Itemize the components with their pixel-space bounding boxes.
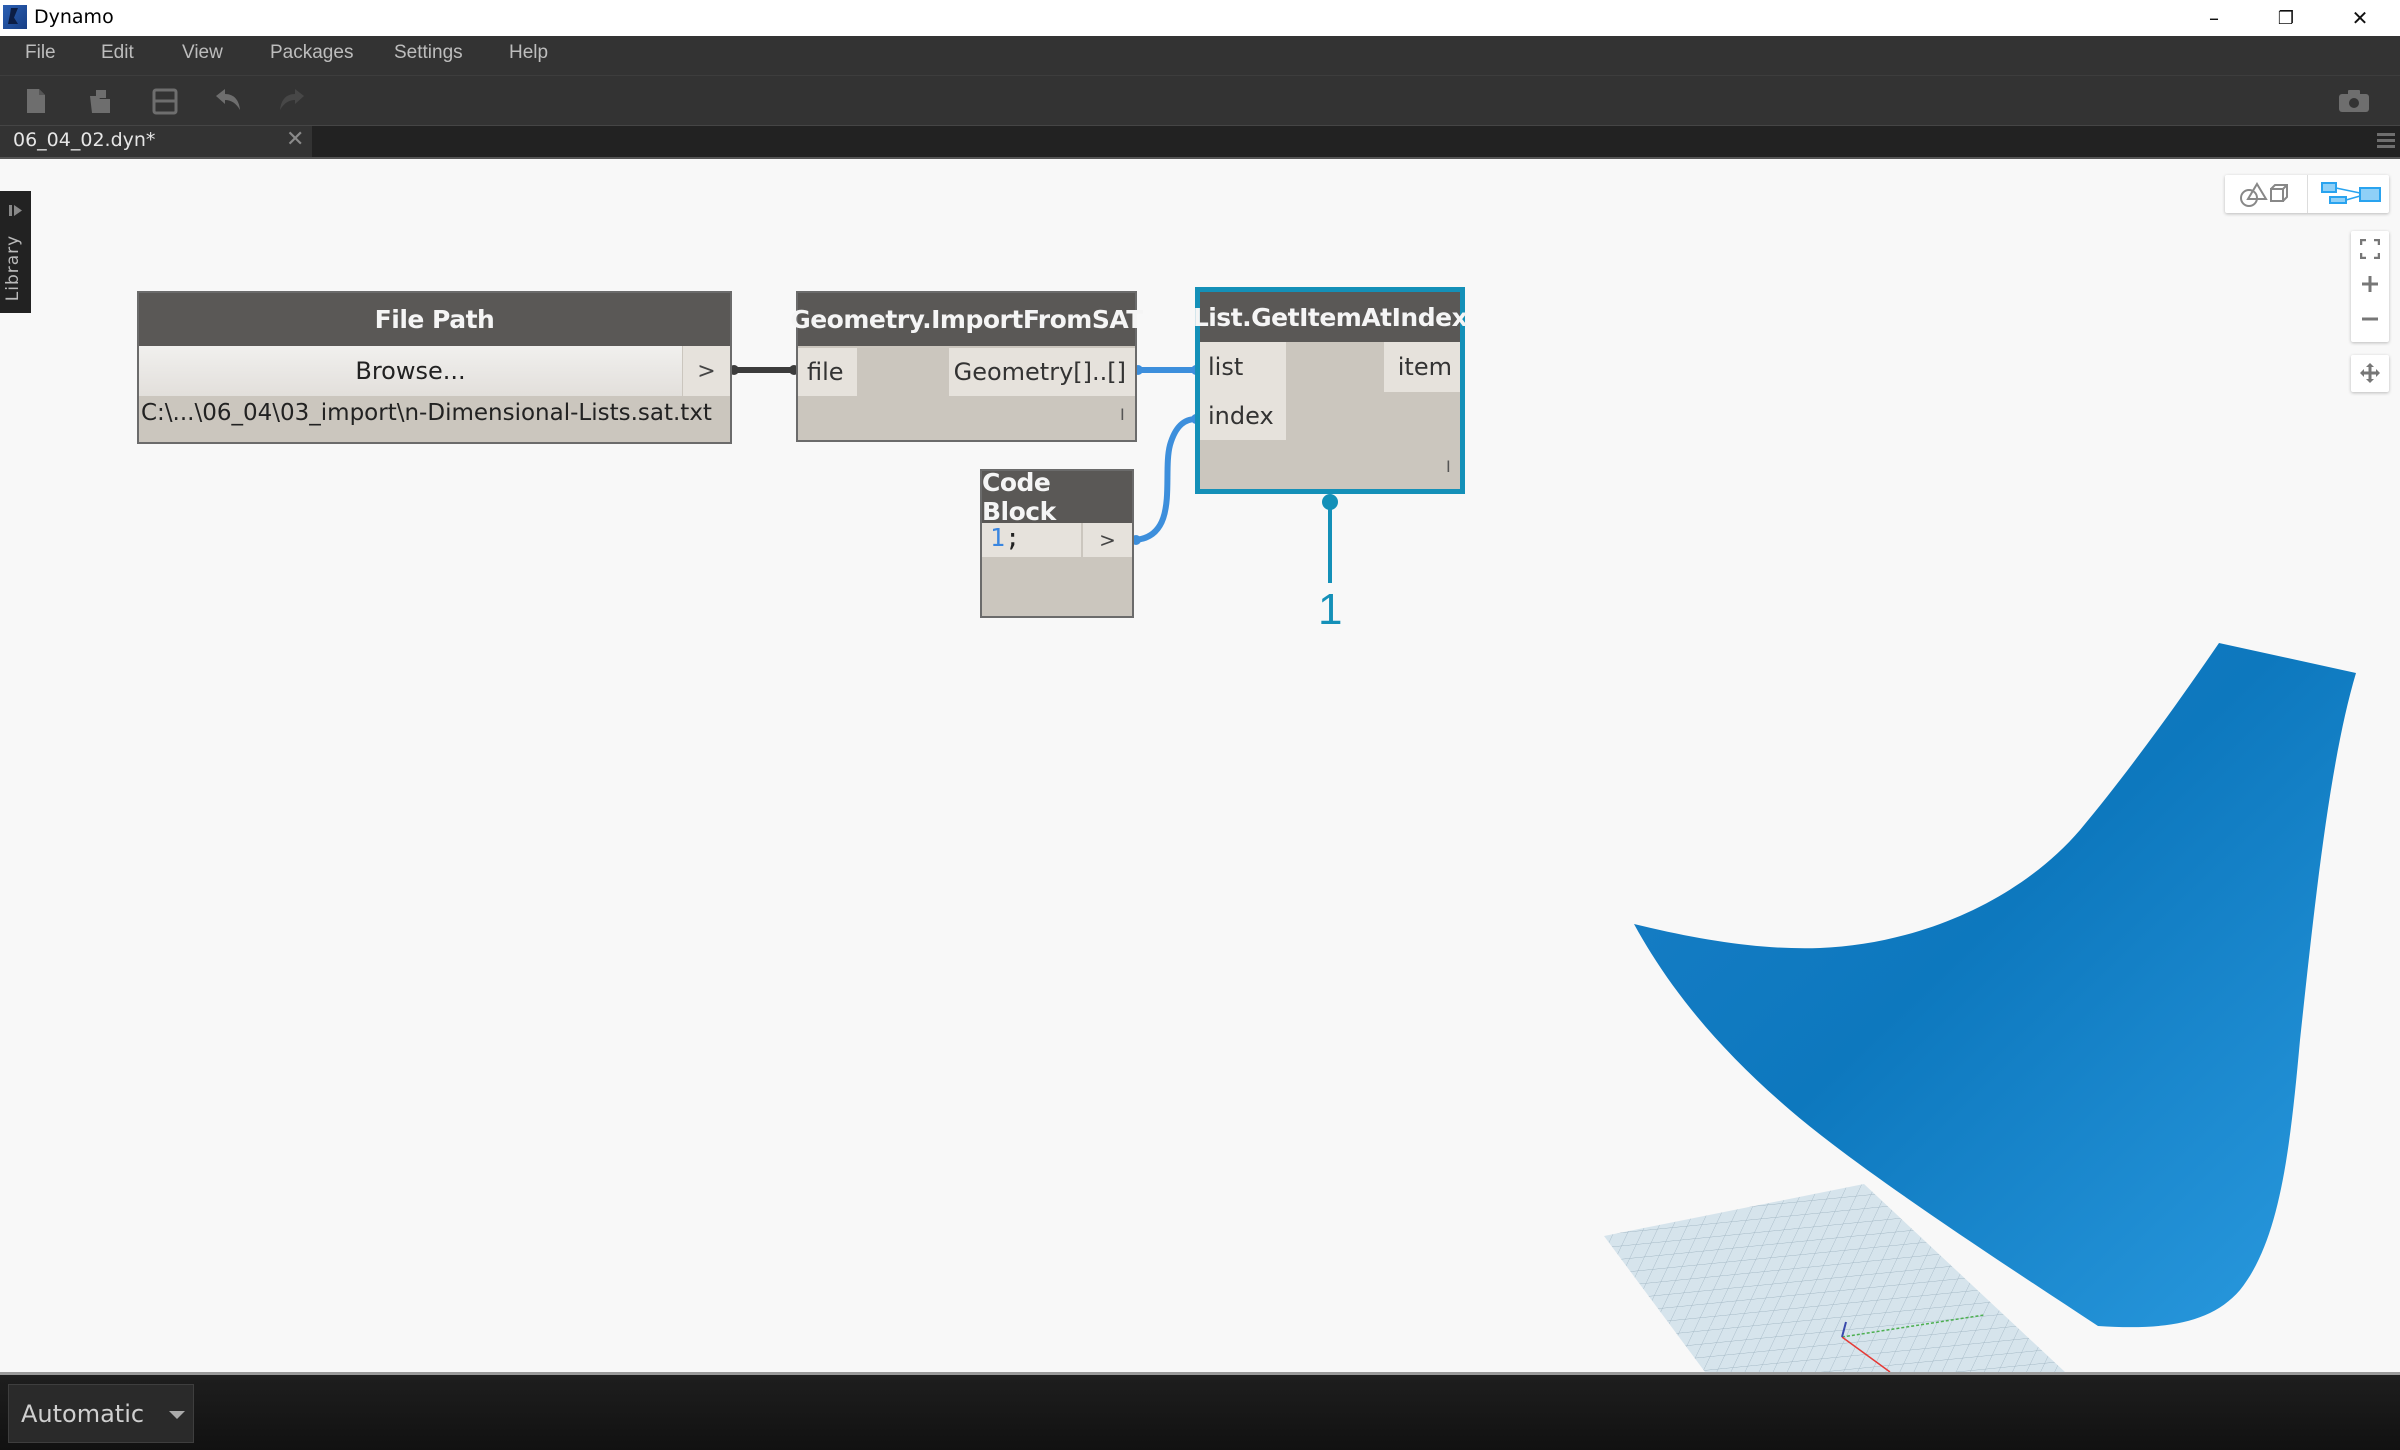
camera-icon[interactable] [2337,88,2371,114]
browse-button[interactable]: Browse... [139,346,682,396]
save-icon[interactable] [148,86,180,116]
output-port-geometry[interactable]: Geometry[]..[] [949,348,1135,396]
code-number: 1 [990,523,1006,552]
node-file-path[interactable]: File Path Browse... > C:\...\06_04\03_im… [137,291,732,444]
input-port-list[interactable]: list [1200,342,1286,392]
geometry-view-icon[interactable] [2233,179,2301,209]
node-list-get-item-at-index[interactable]: List.GetItemAtIndex list index item I [1193,287,1468,494]
node-import-from-sat[interactable]: Geometry.ImportFromSAT file Geometry[]..… [790,291,1143,442]
output-port-arrow[interactable]: > [683,346,730,396]
output-port-arrow[interactable]: > [1083,523,1132,557]
tab-document[interactable]: 06_04_02.dyn* ✕ [0,126,312,157]
file-path-value: C:\...\06_04\03_import\n-Dimensional-Lis… [141,400,712,426]
dynamo-logo-icon [3,5,27,29]
menu-file[interactable]: File [25,42,56,64]
menu-settings[interactable]: Settings [394,42,463,64]
graph-view-icon[interactable] [2320,180,2382,208]
minimize-button[interactable]: – [2178,0,2250,36]
pan-button[interactable] [2351,355,2389,392]
tab-bar: 06_04_02.dyn* ✕ [0,126,2400,159]
menu-bar: File Edit View Packages Settings Help [0,36,2400,76]
view-mode-toggle [2225,175,2389,213]
redo-icon[interactable] [276,86,308,116]
menu-help[interactable]: Help [509,42,548,64]
undo-icon[interactable] [212,86,244,116]
output-port-item[interactable]: item [1384,342,1460,392]
toolbar [0,76,2400,126]
menu-packages[interactable]: Packages [270,42,353,64]
open-file-icon[interactable] [84,86,116,116]
node-title: File Path [139,293,730,346]
node-title: List.GetItemAtIndex [1193,292,1468,342]
zoom-controls [2351,231,2389,342]
hamburger-menu-icon[interactable] [2376,130,2396,150]
tab-document-label: 06_04_02.dyn* [13,129,156,151]
lacing-indicator[interactable]: I [1120,405,1125,424]
zoom-to-fit-icon[interactable] [2360,239,2380,259]
node-preview-value: 1 [1318,585,1343,634]
restore-button[interactable]: ❐ [2250,0,2322,36]
tab-close-icon[interactable]: ✕ [286,127,304,152]
library-label: Library [3,234,23,302]
zoom-out-icon[interactable] [2360,309,2380,329]
toggle-divider [2307,175,2308,213]
title-bar: Dynamo – ❐ ✕ [0,0,2400,36]
library-tab[interactable]: Library [0,191,31,313]
pan-icon [2360,363,2380,383]
code-input[interactable]: 1; [982,523,1081,557]
lacing-indicator[interactable]: I [1446,457,1451,476]
run-mode-label: Automatic [21,1400,145,1428]
run-mode-dropdown[interactable]: Automatic [8,1384,194,1443]
node-title: Geometry.ImportFromSAT [790,293,1143,346]
run-bar: Automatic [0,1372,2400,1450]
menu-view[interactable]: View [182,42,223,64]
new-file-icon[interactable] [20,86,52,116]
node-title: Code Block [982,468,1132,526]
close-window-button[interactable]: ✕ [2324,0,2396,36]
chevron-down-icon [169,1411,185,1419]
window-title: Dynamo [34,6,114,28]
code-suffix: ; [1005,523,1021,552]
node-code-block[interactable]: Code Block 1; > [980,468,1134,618]
input-port-file[interactable]: file [798,348,857,396]
menu-edit[interactable]: Edit [101,42,134,64]
zoom-in-icon[interactable] [2360,274,2380,294]
input-port-index[interactable]: index [1200,392,1286,440]
